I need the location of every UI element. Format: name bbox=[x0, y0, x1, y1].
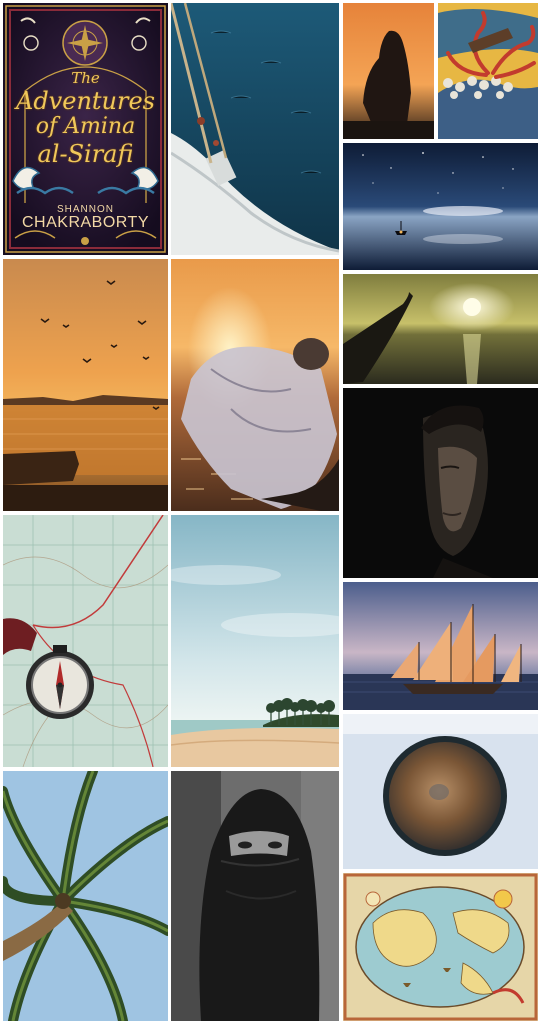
ceramic-bowl-art bbox=[343, 714, 538, 869]
veiled-woman-photo bbox=[171, 771, 339, 1021]
antique-indian-ocean-map-art bbox=[343, 873, 538, 1021]
dhow-sailboat-art bbox=[343, 582, 538, 710]
palm-tree-art bbox=[3, 771, 168, 1021]
cover-title-line-4: al-Sirafi bbox=[37, 140, 134, 168]
book-cover-image: The Adventures of Amina al-Sirafi SHANNO… bbox=[3, 3, 168, 255]
cloaked-figure-sunset-art bbox=[171, 259, 339, 511]
kraken-illustration-art bbox=[438, 3, 538, 139]
shadowed-face-photo bbox=[343, 388, 538, 578]
kraken-illustration bbox=[438, 3, 538, 139]
boat-ocean-art bbox=[171, 3, 339, 255]
tropical-beach-photo bbox=[171, 515, 339, 767]
veiled-woman-art bbox=[171, 771, 339, 1021]
sunset-boat-bow-art bbox=[343, 274, 538, 384]
ceramic-bowl-photo bbox=[343, 714, 538, 869]
antique-indian-ocean-map bbox=[343, 873, 538, 1021]
map-and-compass-photo bbox=[3, 515, 168, 767]
palm-tree-photo bbox=[3, 771, 168, 1021]
cover-author-last-name: CHAKRABORTY bbox=[21, 214, 149, 231]
tropical-beach-art bbox=[171, 515, 339, 767]
robed-silhouette-photo bbox=[343, 3, 434, 139]
cover-title-line-3: of Amina bbox=[35, 114, 136, 139]
cover-title-line-2: Adventures bbox=[15, 87, 155, 115]
cover-title-line-1: The bbox=[71, 69, 100, 87]
map-and-compass-art bbox=[3, 515, 168, 767]
robed-silhouette-art bbox=[343, 3, 434, 139]
harbor-sunset-art bbox=[3, 259, 168, 511]
night-sky-boat-photo bbox=[343, 143, 538, 270]
dhow-sailboat-photo bbox=[343, 582, 538, 710]
harbor-sunset-photo bbox=[3, 259, 168, 511]
night-sky-boat-art bbox=[343, 143, 538, 270]
sunset-boat-bow-photo bbox=[343, 274, 538, 384]
boat-ocean-photo bbox=[171, 3, 339, 255]
shadowed-face-art bbox=[343, 388, 538, 578]
cloaked-figure-sunset-photo bbox=[171, 259, 339, 511]
